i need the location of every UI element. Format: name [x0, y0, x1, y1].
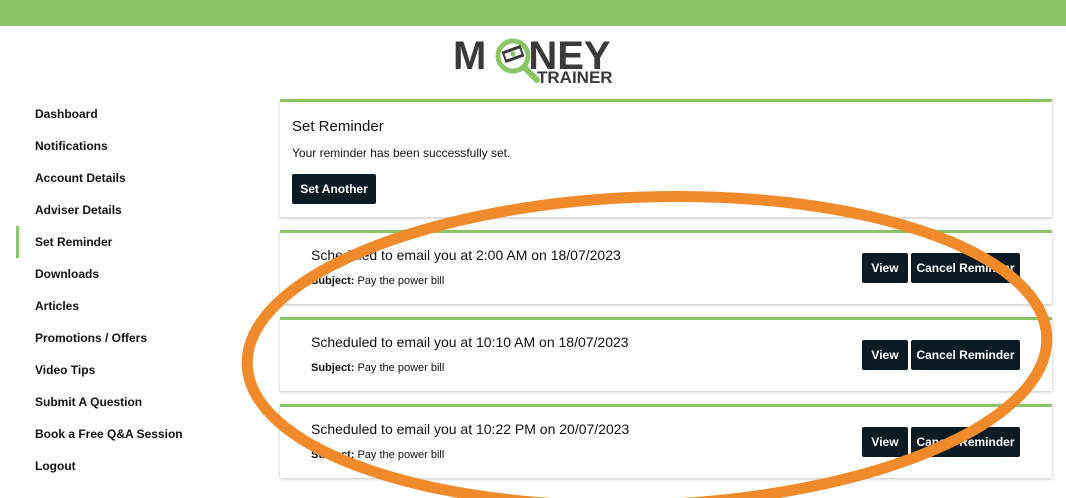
sidebar-item-logout[interactable]: Logout: [16, 450, 236, 482]
cancel-reminder-button[interactable]: Cancel Reminder: [911, 253, 1020, 283]
sidebar-item-account-details[interactable]: Account Details: [16, 162, 236, 194]
set-reminder-card: Set Reminder Your reminder has been succ…: [280, 99, 1052, 217]
reminder-card: Scheduled to email you at 2:00 AM on 18/…: [280, 230, 1052, 304]
reminder-subject: Subject: Pay the power bill: [311, 275, 444, 287]
cancel-reminder-button[interactable]: Cancel Reminder: [911, 427, 1020, 457]
top-banner: [0, 0, 1066, 26]
view-button[interactable]: View: [862, 427, 908, 457]
sidebar-item-articles[interactable]: Articles: [16, 290, 236, 322]
reminder-schedule: Scheduled to email you at 2:00 AM on 18/…: [311, 247, 621, 263]
subject-label: Subject:: [311, 449, 355, 461]
subject-label: Subject:: [311, 275, 355, 287]
sidebar-item-set-reminder[interactable]: Set Reminder: [16, 226, 236, 258]
subject-value: Pay the power bill: [357, 449, 445, 461]
sidebar-item-notifications[interactable]: Notifications: [16, 130, 236, 162]
sidebar-nav: Dashboard Notifications Account Details …: [16, 98, 236, 482]
logo-subtitle: TRAINER: [537, 68, 613, 87]
sidebar-item-promotions-offers[interactable]: Promotions / Offers: [16, 322, 236, 354]
subject-label: Subject:: [311, 362, 355, 374]
view-button[interactable]: View: [862, 253, 908, 283]
magnifier-money-icon: [495, 38, 540, 83]
sidebar-item-downloads[interactable]: Downloads: [16, 258, 236, 290]
set-another-button[interactable]: Set Another: [292, 174, 376, 204]
success-message: Your reminder has been successfully set.: [292, 146, 511, 160]
money-trainer-logo[interactable]: M NEY TRAINER: [453, 34, 623, 90]
subject-value: Pay the power bill: [357, 362, 445, 374]
sidebar-item-adviser-details[interactable]: Adviser Details: [16, 194, 236, 226]
reminder-subject: Subject: Pay the power bill: [311, 449, 444, 461]
reminder-card: Scheduled to email you at 10:22 PM on 20…: [280, 404, 1052, 478]
reminder-schedule: Scheduled to email you at 10:22 PM on 20…: [311, 421, 630, 437]
view-button[interactable]: View: [862, 340, 908, 370]
set-reminder-title: Set Reminder: [292, 118, 384, 135]
sidebar-item-book-qa-session[interactable]: Book a Free Q&A Session: [16, 418, 236, 450]
subject-value: Pay the power bill: [357, 275, 445, 287]
cancel-reminder-button[interactable]: Cancel Reminder: [911, 340, 1020, 370]
reminder-schedule: Scheduled to email you at 10:10 AM on 18…: [311, 334, 629, 350]
sidebar-item-submit-a-question[interactable]: Submit A Question: [16, 386, 236, 418]
sidebar-item-video-tips[interactable]: Video Tips: [16, 354, 236, 386]
reminder-card: Scheduled to email you at 10:10 AM on 18…: [280, 317, 1052, 391]
sidebar-item-dashboard[interactable]: Dashboard: [16, 98, 236, 130]
reminder-subject: Subject: Pay the power bill: [311, 362, 444, 374]
